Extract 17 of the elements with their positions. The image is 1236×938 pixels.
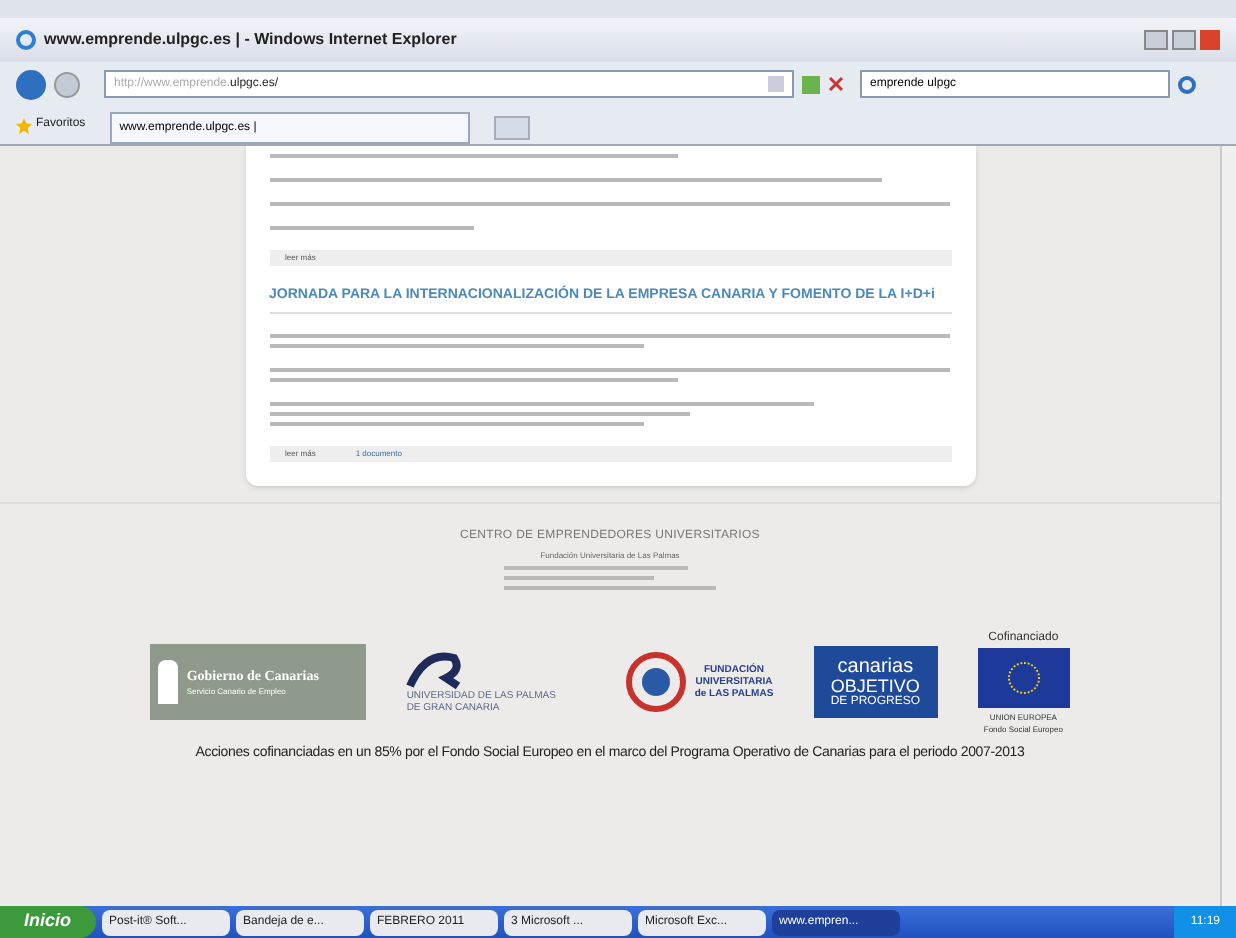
search-icon[interactable] — [1178, 75, 1196, 93]
stop-icon[interactable] — [828, 76, 844, 92]
forward-button[interactable] — [54, 71, 80, 97]
maximize-button[interactable] — [1172, 30, 1196, 50]
new-tab-button[interactable] — [493, 116, 530, 140]
start-button[interactable]: Inicio — [0, 906, 96, 938]
scrollbar[interactable] — [1220, 146, 1236, 906]
swoosh-logo-icon — [406, 649, 467, 690]
circular-f-logo-icon — [626, 652, 687, 712]
ie-logo-icon — [16, 30, 36, 50]
logo-text: canarias — [837, 657, 914, 677]
back-button[interactable] — [16, 69, 46, 99]
logo-text: OBJETIVO — [830, 677, 920, 695]
eu-flag-icon — [977, 647, 1070, 707]
minimize-button[interactable] — [1144, 30, 1168, 50]
window-title: www.emprende.ulpgc.es | - Windows Internet Explorer — [44, 28, 457, 52]
star-icon — [16, 117, 32, 133]
